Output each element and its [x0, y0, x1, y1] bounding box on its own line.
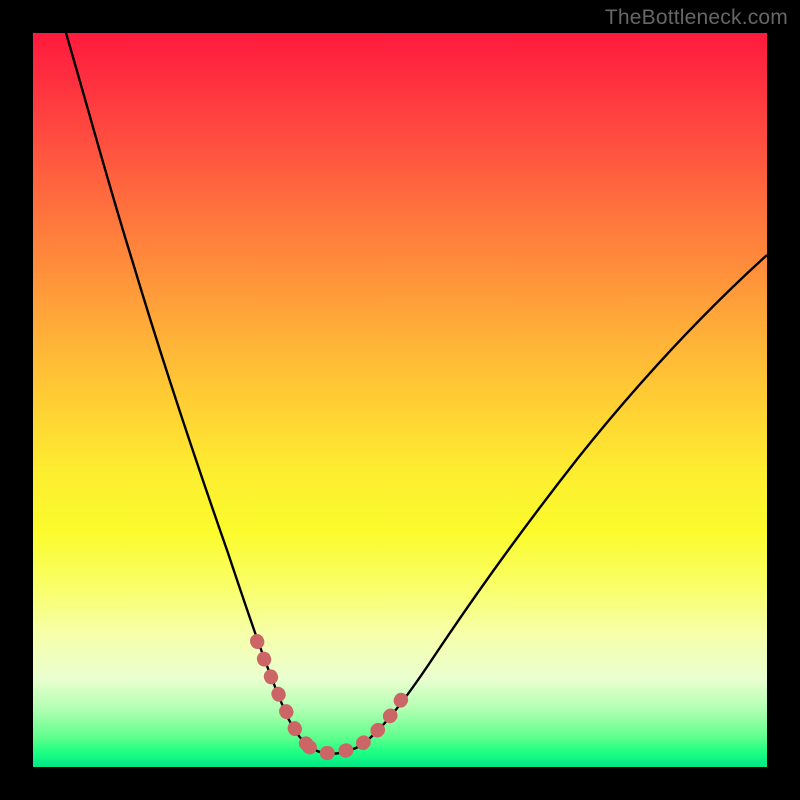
- marker-segment-bottom: [309, 747, 351, 753]
- marker-segment-right: [363, 697, 403, 743]
- bottleneck-curve: [66, 33, 767, 754]
- curve-layer: [33, 33, 767, 767]
- watermark-text: TheBottleneck.com: [605, 6, 788, 30]
- marker-segment-left: [257, 641, 309, 747]
- plot-area: [33, 33, 767, 767]
- chart-frame: TheBottleneck.com: [0, 0, 800, 800]
